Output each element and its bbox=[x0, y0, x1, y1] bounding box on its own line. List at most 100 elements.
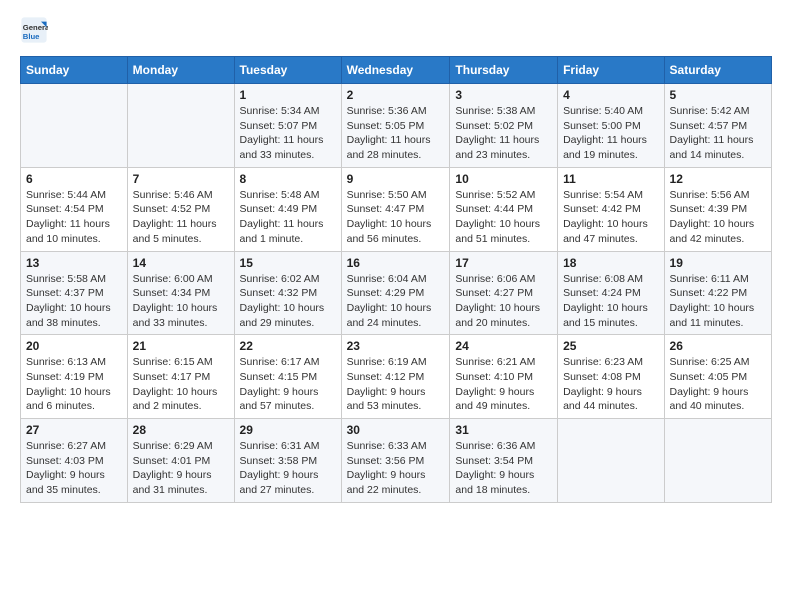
day-info: Sunrise: 6:06 AMSunset: 4:27 PMDaylight:… bbox=[455, 272, 552, 331]
header-row: SundayMondayTuesdayWednesdayThursdayFrid… bbox=[21, 57, 772, 84]
day-cell bbox=[558, 419, 664, 503]
day-info: Sunrise: 5:34 AMSunset: 5:07 PMDaylight:… bbox=[240, 104, 336, 163]
day-info: Sunrise: 6:04 AMSunset: 4:29 PMDaylight:… bbox=[347, 272, 445, 331]
day-number: 17 bbox=[455, 256, 552, 270]
week-row-3: 13 Sunrise: 5:58 AMSunset: 4:37 PMDayligh… bbox=[21, 251, 772, 335]
day-number: 6 bbox=[26, 172, 122, 186]
day-cell: 4Sunrise: 5:40 AMSunset: 5:00 PMDaylight… bbox=[558, 84, 664, 168]
header-tuesday: Tuesday bbox=[234, 57, 341, 84]
header-monday: Monday bbox=[127, 57, 234, 84]
day-cell: 14 Sunrise: 6:00 AMSunset: 4:34 PMDayligh… bbox=[127, 251, 234, 335]
day-info: Sunrise: 5:54 AMSunset: 4:42 PMDaylight:… bbox=[563, 188, 658, 247]
day-info: Sunrise: 5:42 AMSunset: 4:57 PMDaylight:… bbox=[670, 104, 766, 163]
day-info: Sunrise: 6:25 AMSunset: 4:05 PMDaylight:… bbox=[670, 355, 766, 414]
header-saturday: Saturday bbox=[664, 57, 771, 84]
day-number: 5 bbox=[670, 88, 766, 102]
day-cell: 27Sunrise: 6:27 AMSunset: 4:03 PMDayligh… bbox=[21, 419, 128, 503]
day-info: Sunrise: 6:31 AMSunset: 3:58 PMDaylight:… bbox=[240, 439, 336, 498]
header-thursday: Thursday bbox=[450, 57, 558, 84]
page: General Blue SundayMondayTuesdayWednesda… bbox=[0, 0, 792, 612]
day-info: Sunrise: 6:02 AMSunset: 4:32 PMDaylight:… bbox=[240, 272, 336, 331]
day-cell: 18 Sunrise: 6:08 AMSunset: 4:24 PMDayligh… bbox=[558, 251, 664, 335]
day-number: 18 bbox=[563, 256, 658, 270]
day-cell: 20 Sunrise: 6:13 AMSunset: 4:19 PMDayligh… bbox=[21, 335, 128, 419]
day-number: 3 bbox=[455, 88, 552, 102]
day-cell: 30 Sunrise: 6:33 AMSunset: 3:56 PMDayligh… bbox=[341, 419, 450, 503]
day-cell: 12Sunrise: 5:56 AMSunset: 4:39 PMDayligh… bbox=[664, 167, 771, 251]
day-info: Sunrise: 5:50 AMSunset: 4:47 PMDaylight:… bbox=[347, 188, 445, 247]
day-info: Sunrise: 5:38 AMSunset: 5:02 PMDaylight:… bbox=[455, 104, 552, 163]
day-number: 20 bbox=[26, 339, 122, 353]
day-number: 1 bbox=[240, 88, 336, 102]
day-cell: 22 Sunrise: 6:17 AMSunset: 4:15 PMDayligh… bbox=[234, 335, 341, 419]
day-cell: 1 Sunrise: 5:34 AMSunset: 5:07 PMDaylight… bbox=[234, 84, 341, 168]
day-info: Sunrise: 5:56 AMSunset: 4:39 PMDaylight:… bbox=[670, 188, 766, 247]
day-cell: 15 Sunrise: 6:02 AMSunset: 4:32 PMDayligh… bbox=[234, 251, 341, 335]
day-cell: 17 Sunrise: 6:06 AMSunset: 4:27 PMDayligh… bbox=[450, 251, 558, 335]
header-wednesday: Wednesday bbox=[341, 57, 450, 84]
day-number: 10 bbox=[455, 172, 552, 186]
day-info: Sunrise: 6:21 AMSunset: 4:10 PMDaylight:… bbox=[455, 355, 552, 414]
day-cell bbox=[127, 84, 234, 168]
logo-icon: General Blue bbox=[20, 16, 48, 44]
day-cell: 28 Sunrise: 6:29 AMSunset: 4:01 PMDayligh… bbox=[127, 419, 234, 503]
week-row-4: 20 Sunrise: 6:13 AMSunset: 4:19 PMDayligh… bbox=[21, 335, 772, 419]
day-info: Sunrise: 6:08 AMSunset: 4:24 PMDaylight:… bbox=[563, 272, 658, 331]
day-number: 14 bbox=[133, 256, 229, 270]
day-cell: 8Sunrise: 5:48 AMSunset: 4:49 PMDaylight… bbox=[234, 167, 341, 251]
day-info: Sunrise: 6:11 AMSunset: 4:22 PMDaylight:… bbox=[670, 272, 766, 331]
day-cell bbox=[664, 419, 771, 503]
day-cell: 26 Sunrise: 6:25 AMSunset: 4:05 PMDayligh… bbox=[664, 335, 771, 419]
day-number: 9 bbox=[347, 172, 445, 186]
day-number: 26 bbox=[670, 339, 766, 353]
week-row-5: 27Sunrise: 6:27 AMSunset: 4:03 PMDayligh… bbox=[21, 419, 772, 503]
header-sunday: Sunday bbox=[21, 57, 128, 84]
day-info: Sunrise: 5:36 AMSunset: 5:05 PMDaylight:… bbox=[347, 104, 445, 163]
day-number: 22 bbox=[240, 339, 336, 353]
day-number: 2 bbox=[347, 88, 445, 102]
day-info: Sunrise: 6:36 AMSunset: 3:54 PMDaylight:… bbox=[455, 439, 552, 498]
header-friday: Friday bbox=[558, 57, 664, 84]
day-number: 15 bbox=[240, 256, 336, 270]
day-cell: 29Sunrise: 6:31 AMSunset: 3:58 PMDayligh… bbox=[234, 419, 341, 503]
day-number: 28 bbox=[133, 423, 229, 437]
day-cell: 2 Sunrise: 5:36 AMSunset: 5:05 PMDaylight… bbox=[341, 84, 450, 168]
day-number: 4 bbox=[563, 88, 658, 102]
day-cell: 16 Sunrise: 6:04 AMSunset: 4:29 PMDayligh… bbox=[341, 251, 450, 335]
day-number: 24 bbox=[455, 339, 552, 353]
day-info: Sunrise: 5:44 AMSunset: 4:54 PMDaylight:… bbox=[26, 188, 122, 247]
day-info: Sunrise: 6:17 AMSunset: 4:15 PMDaylight:… bbox=[240, 355, 336, 414]
day-cell: 31 Sunrise: 6:36 AMSunset: 3:54 PMDayligh… bbox=[450, 419, 558, 503]
day-info: Sunrise: 6:29 AMSunset: 4:01 PMDaylight:… bbox=[133, 439, 229, 498]
day-info: Sunrise: 6:33 AMSunset: 3:56 PMDaylight:… bbox=[347, 439, 445, 498]
svg-text:Blue: Blue bbox=[23, 32, 40, 41]
day-cell: 11 Sunrise: 5:54 AMSunset: 4:42 PMDayligh… bbox=[558, 167, 664, 251]
day-cell: 7Sunrise: 5:46 AMSunset: 4:52 PMDaylight… bbox=[127, 167, 234, 251]
day-number: 7 bbox=[133, 172, 229, 186]
day-info: Sunrise: 6:13 AMSunset: 4:19 PMDaylight:… bbox=[26, 355, 122, 414]
day-number: 25 bbox=[563, 339, 658, 353]
logo: General Blue bbox=[20, 16, 52, 44]
day-cell: 23Sunrise: 6:19 AMSunset: 4:12 PMDayligh… bbox=[341, 335, 450, 419]
day-info: Sunrise: 5:48 AMSunset: 4:49 PMDaylight:… bbox=[240, 188, 336, 247]
day-info: Sunrise: 6:00 AMSunset: 4:34 PMDaylight:… bbox=[133, 272, 229, 331]
header: General Blue bbox=[20, 16, 772, 44]
day-number: 13 bbox=[26, 256, 122, 270]
day-number: 16 bbox=[347, 256, 445, 270]
week-row-2: 6 Sunrise: 5:44 AMSunset: 4:54 PMDaylight… bbox=[21, 167, 772, 251]
day-number: 30 bbox=[347, 423, 445, 437]
day-cell: 5 Sunrise: 5:42 AMSunset: 4:57 PMDaylight… bbox=[664, 84, 771, 168]
day-number: 11 bbox=[563, 172, 658, 186]
day-number: 31 bbox=[455, 423, 552, 437]
day-number: 19 bbox=[670, 256, 766, 270]
day-number: 23 bbox=[347, 339, 445, 353]
day-cell: 13 Sunrise: 5:58 AMSunset: 4:37 PMDayligh… bbox=[21, 251, 128, 335]
day-info: Sunrise: 6:23 AMSunset: 4:08 PMDaylight:… bbox=[563, 355, 658, 414]
week-row-1: 1 Sunrise: 5:34 AMSunset: 5:07 PMDaylight… bbox=[21, 84, 772, 168]
day-info: Sunrise: 5:58 AMSunset: 4:37 PMDaylight:… bbox=[26, 272, 122, 331]
day-cell: 3 Sunrise: 5:38 AMSunset: 5:02 PMDaylight… bbox=[450, 84, 558, 168]
day-cell: 24 Sunrise: 6:21 AMSunset: 4:10 PMDayligh… bbox=[450, 335, 558, 419]
day-cell: 6 Sunrise: 5:44 AMSunset: 4:54 PMDaylight… bbox=[21, 167, 128, 251]
calendar-table: SundayMondayTuesdayWednesdayThursdayFrid… bbox=[20, 56, 772, 503]
day-cell bbox=[21, 84, 128, 168]
